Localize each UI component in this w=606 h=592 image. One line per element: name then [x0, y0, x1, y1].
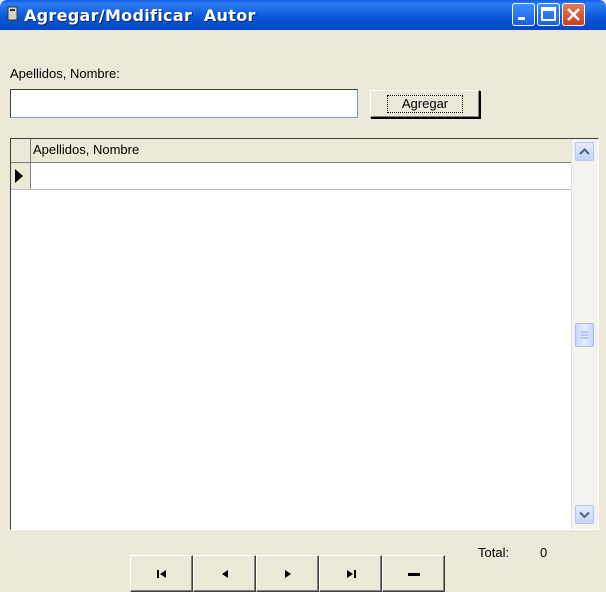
add-button[interactable]: Agregar	[370, 90, 480, 118]
row-indicator[interactable]	[11, 163, 31, 189]
minimize-button[interactable]	[512, 3, 535, 26]
grid-header: Apellidos, Nombre	[11, 139, 572, 163]
window-title: Agregar/Modificar Autor	[24, 6, 256, 25]
window: Agregar/Modificar Autor Apellidos, Nombr…	[0, 0, 606, 592]
current-row-icon	[15, 169, 23, 183]
close-button[interactable]	[562, 3, 585, 26]
next-record-button[interactable]	[256, 555, 319, 592]
column-header-name[interactable]: Apellidos, Nombre	[33, 142, 139, 157]
authors-grid[interactable]: Apellidos, Nombre	[10, 138, 599, 530]
vertical-scrollbar[interactable]	[571, 139, 598, 529]
name-input[interactable]	[10, 89, 358, 118]
scroll-up-button[interactable]	[575, 142, 594, 161]
chevron-up-icon	[579, 148, 590, 155]
scroll-down-button[interactable]	[575, 505, 594, 524]
next-record-icon	[284, 569, 291, 578]
minimize-icon	[518, 17, 525, 20]
record-navigator	[130, 555, 446, 592]
title-bar[interactable]: Agregar/Modificar Autor	[0, 0, 606, 30]
total-value: 0	[540, 545, 548, 560]
delete-record-button[interactable]	[382, 555, 445, 592]
table-row[interactable]	[11, 163, 572, 190]
maximize-button[interactable]	[537, 3, 560, 26]
previous-record-button[interactable]	[193, 555, 256, 592]
first-record-icon	[156, 569, 166, 578]
scroll-thumb[interactable]	[575, 323, 594, 347]
previous-record-icon	[221, 569, 228, 578]
name-label: Apellidos, Nombre:	[10, 66, 120, 81]
add-button-label: Agregar	[386, 95, 464, 113]
maximize-icon	[541, 7, 556, 21]
close-icon	[567, 8, 580, 21]
delete-record-icon	[407, 572, 420, 576]
last-record-button[interactable]	[319, 555, 382, 592]
last-record-icon	[346, 569, 356, 578]
chevron-down-icon	[579, 511, 590, 519]
total-label: Total:	[478, 545, 510, 560]
grip-icon	[581, 331, 588, 339]
app-icon	[7, 6, 18, 21]
grid-corner	[11, 139, 31, 162]
first-record-button[interactable]	[130, 555, 193, 592]
